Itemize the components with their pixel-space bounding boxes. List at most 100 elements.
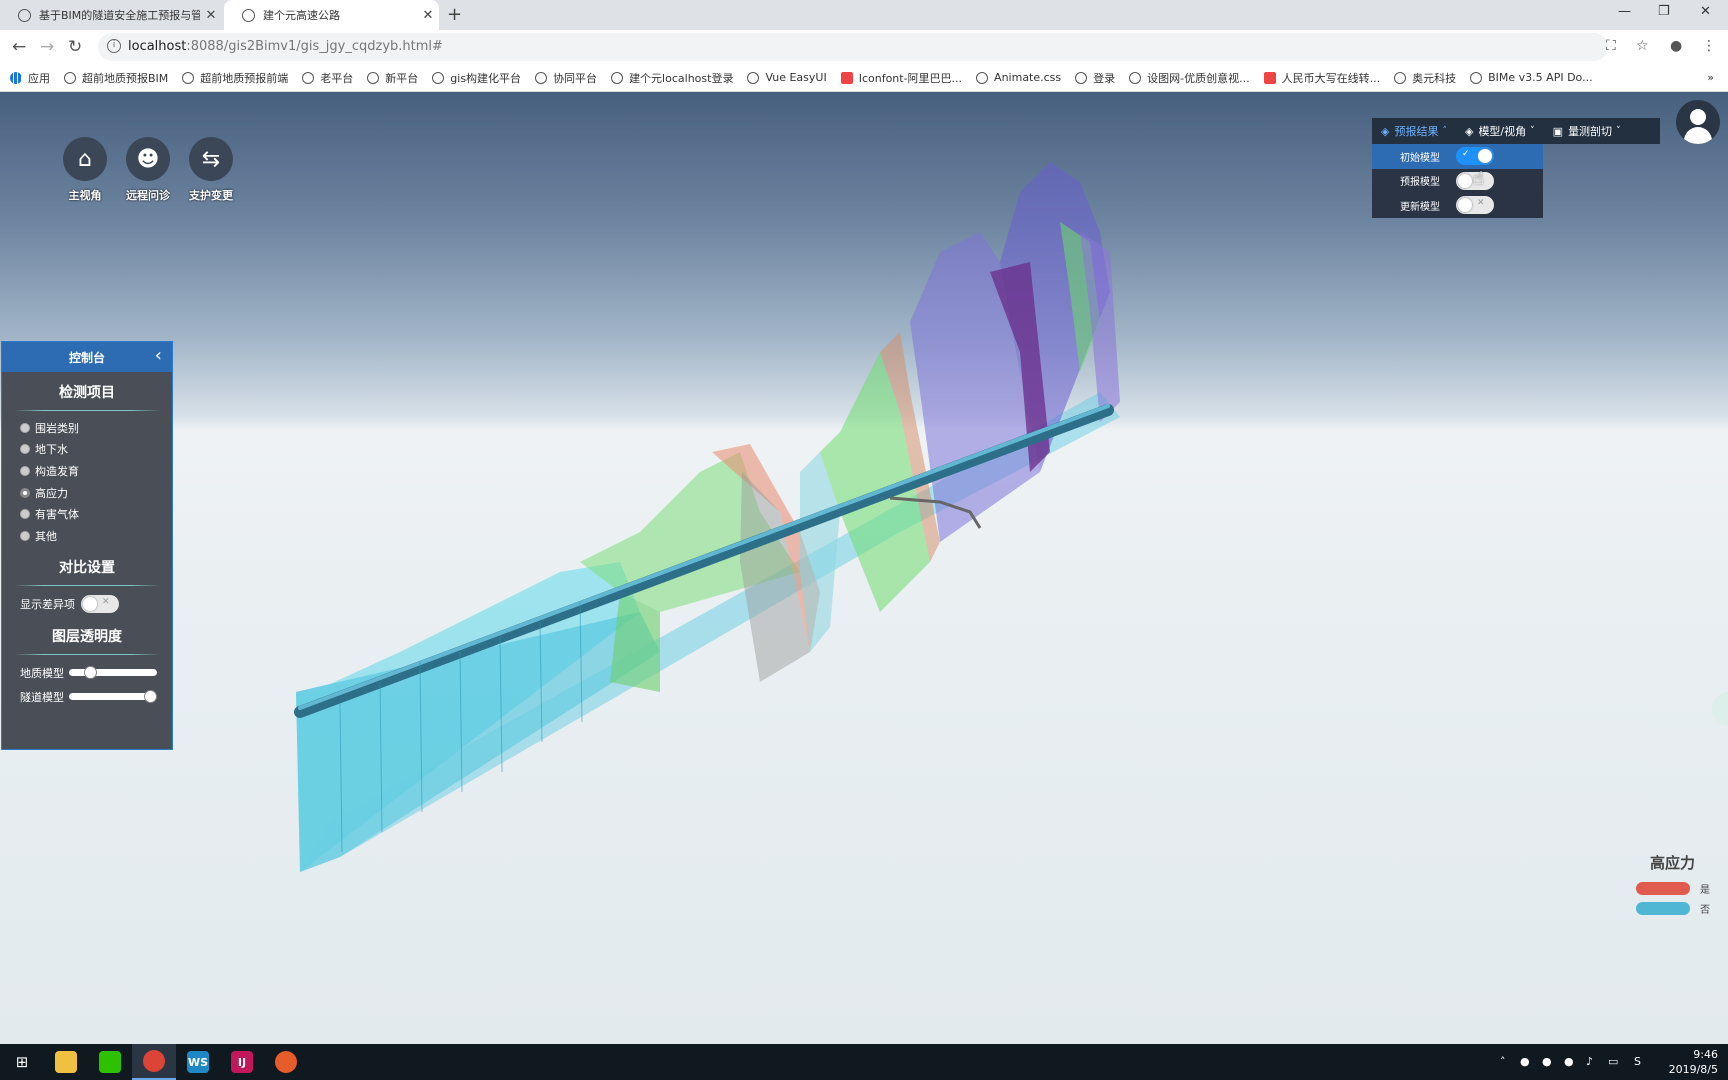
new-tab-button[interactable]: + bbox=[447, 4, 462, 25]
legend-item: 是 bbox=[1636, 881, 1728, 896]
collapse-chevron-icon[interactable]: ‹ bbox=[155, 345, 162, 366]
info-icon[interactable]: i bbox=[107, 39, 121, 53]
radio-button[interactable] bbox=[20, 530, 30, 541]
bookmark[interactable]: 人民币大写在线转... bbox=[1263, 70, 1380, 86]
bookmark[interactable]: 超前地质预报前端 bbox=[182, 70, 288, 86]
forecast-result-menu[interactable]: ◈ 预报结果 ˄ bbox=[1372, 123, 1456, 139]
bookmark[interactable]: Vue EasyUI bbox=[747, 71, 827, 84]
bookmark[interactable]: 老平台 bbox=[302, 70, 353, 86]
radio-item[interactable]: 有害气体 bbox=[2, 503, 172, 525]
bookmark[interactable]: 协同平台 bbox=[535, 70, 597, 86]
bookmark[interactable]: Iconfont-阿里巴巴... bbox=[840, 70, 962, 86]
remote-consult-button[interactable]: ☻ 远程问诊 bbox=[118, 137, 178, 203]
tray-s-icon[interactable]: S bbox=[1634, 1055, 1641, 1068]
webstorm-icon: WS bbox=[187, 1051, 209, 1073]
more-bookmarks-button[interactable]: » bbox=[1707, 71, 1714, 84]
radio-item-selected[interactable]: 高应力 bbox=[2, 482, 172, 504]
close-icon[interactable]: ✕ bbox=[417, 8, 439, 23]
tray-qq-icon[interactable]: ● bbox=[1542, 1055, 1552, 1068]
network-icon[interactable]: ▭ bbox=[1608, 1055, 1618, 1068]
section-title: 图层透明度 bbox=[52, 628, 122, 645]
tray-app-icon[interactable]: ● bbox=[1564, 1055, 1574, 1068]
minimize-icon[interactable]: — bbox=[1618, 4, 1631, 19]
legend-swatch bbox=[1636, 902, 1690, 915]
restore-icon[interactable]: ❐ bbox=[1658, 4, 1670, 19]
bookmark[interactable]: 建个元localhost登录 bbox=[611, 70, 733, 86]
opacity-row: 隧道模型 bbox=[2, 685, 172, 709]
browser-tab-active[interactable]: 建个元高速公路 ✕ bbox=[224, 0, 439, 30]
console-panel: 控制台 ‹ 检测项目 围岩类别 地下水 构造发育 高应力 有害气体 其他 对比设… bbox=[1, 341, 173, 750]
taskbar-app[interactable] bbox=[264, 1044, 308, 1080]
taskbar-chrome[interactable] bbox=[132, 1044, 176, 1080]
bime-icon bbox=[1470, 71, 1483, 84]
globe-icon bbox=[64, 71, 76, 84]
bookmark[interactable]: 超前地质预报BIM bbox=[64, 70, 168, 86]
radio-item[interactable]: 其他 bbox=[2, 525, 172, 547]
folder-icon bbox=[55, 1051, 77, 1073]
radio-item[interactable]: 地下水 bbox=[2, 439, 172, 461]
bookmark[interactable]: 奥元科技 bbox=[1394, 70, 1456, 86]
dropdown-row-forecast-model[interactable]: 预报模型 bbox=[1372, 169, 1543, 194]
window-close-icon[interactable]: ✕ bbox=[1700, 4, 1711, 19]
initial-model-toggle[interactable]: ✓ bbox=[1456, 147, 1494, 166]
bookmark[interactable]: 登录 bbox=[1075, 70, 1115, 86]
bookmark[interactable]: gis构建化平台 bbox=[432, 70, 521, 86]
bookmark-apps[interactable]: 应用 bbox=[10, 70, 50, 86]
close-icon[interactable]: ✕ bbox=[200, 8, 222, 23]
globe-icon bbox=[18, 8, 31, 22]
system-clock[interactable]: 9:46 2019/8/5 bbox=[1669, 1047, 1718, 1077]
radio-item[interactable]: 构造发育 bbox=[2, 460, 172, 482]
scene-viewport[interactable]: ⌂ 主视角 ☻ 远程问诊 ⇆ 支护变更 ◈ 预报结果 ˄ ◈ 模型/视角 ˅ ▣… bbox=[0, 92, 1728, 1044]
forward-icon[interactable]: → bbox=[40, 37, 54, 57]
radio-button[interactable] bbox=[20, 444, 30, 455]
tray-wechat-icon[interactable]: ● bbox=[1520, 1055, 1530, 1068]
radio-button[interactable] bbox=[20, 487, 30, 498]
avatar[interactable] bbox=[1676, 100, 1720, 144]
bookmark[interactable]: Animate.css bbox=[976, 71, 1061, 84]
windows-icon: ⊞ bbox=[15, 1053, 29, 1071]
dropdown-row-updated-model[interactable]: 更新模型 ✕ bbox=[1372, 193, 1543, 218]
tunnel-opacity-slider[interactable] bbox=[69, 690, 157, 704]
slider-thumb[interactable] bbox=[144, 690, 157, 704]
tab-title: 基于BIM的隧道安全施工预报与管 bbox=[39, 9, 200, 22]
diff-option: 显示差异项 ✕ bbox=[2, 592, 172, 616]
url-field[interactable]: i localhost:8088/gis2Bimv1/gis_jgy_cqdzy… bbox=[98, 33, 1608, 61]
taskbar-webstorm[interactable]: WS bbox=[176, 1044, 220, 1080]
start-button[interactable]: ⊞ bbox=[0, 1044, 44, 1080]
support-change-button[interactable]: ⇆ 支护变更 bbox=[181, 137, 241, 203]
diff-toggle[interactable]: ✕ bbox=[81, 594, 119, 613]
radio-button[interactable] bbox=[20, 509, 30, 520]
dropdown-row-initial-model[interactable]: 初始模型 ✓ bbox=[1372, 144, 1543, 169]
translate-icon[interactable]: ⛶ bbox=[1606, 38, 1616, 54]
taskbar-explorer[interactable] bbox=[44, 1044, 88, 1080]
bookmark[interactable]: 新平台 bbox=[367, 70, 418, 86]
profile-icon[interactable]: ● bbox=[1670, 38, 1682, 54]
globe-icon bbox=[432, 71, 445, 84]
radio-button[interactable] bbox=[20, 422, 30, 433]
star-icon[interactable]: ☆ bbox=[1636, 38, 1649, 54]
menu-icon[interactable]: ⋮ bbox=[1702, 38, 1716, 54]
radio-item[interactable]: 围岩类别 bbox=[2, 417, 172, 439]
radio-button[interactable] bbox=[20, 465, 30, 476]
home-view-button[interactable]: ⌂ 主视角 bbox=[55, 137, 115, 203]
model-view-menu[interactable]: ◈ 模型/视角 ˅ bbox=[1456, 123, 1544, 139]
chrome-icon bbox=[143, 1050, 165, 1072]
taskbar-intellij[interactable]: IJ bbox=[220, 1044, 264, 1080]
taskbar-wechat[interactable] bbox=[88, 1044, 132, 1080]
tray-chevron-icon[interactable]: ˄ bbox=[1500, 1055, 1506, 1068]
url-text: localhost:8088/gis2Bimv1/gis_jgy_cqdzyb.… bbox=[128, 39, 443, 54]
design-icon bbox=[1129, 71, 1142, 84]
back-icon[interactable]: ← bbox=[12, 37, 26, 57]
volume-icon[interactable]: ♪ bbox=[1586, 1055, 1593, 1068]
bookmark[interactable]: BIMe v3.5 API Do... bbox=[1470, 71, 1593, 84]
legend: 高应力 是 否 bbox=[1630, 852, 1728, 921]
bookmark[interactable]: 设图网-优质创意视... bbox=[1129, 70, 1250, 86]
reload-icon[interactable]: ↻ bbox=[68, 37, 82, 57]
browser-tab-inactive[interactable]: 基于BIM的隧道安全施工预报与管 ✕ bbox=[0, 0, 222, 30]
updated-model-toggle[interactable]: ✕ bbox=[1456, 196, 1494, 215]
iconfont-icon bbox=[840, 71, 853, 84]
measure-section-menu[interactable]: ▣ 量测剖切 ˅ bbox=[1544, 123, 1630, 139]
slider-thumb[interactable] bbox=[84, 666, 97, 680]
geology-opacity-slider[interactable] bbox=[69, 666, 157, 680]
home-icon: ⌂ bbox=[63, 137, 107, 181]
